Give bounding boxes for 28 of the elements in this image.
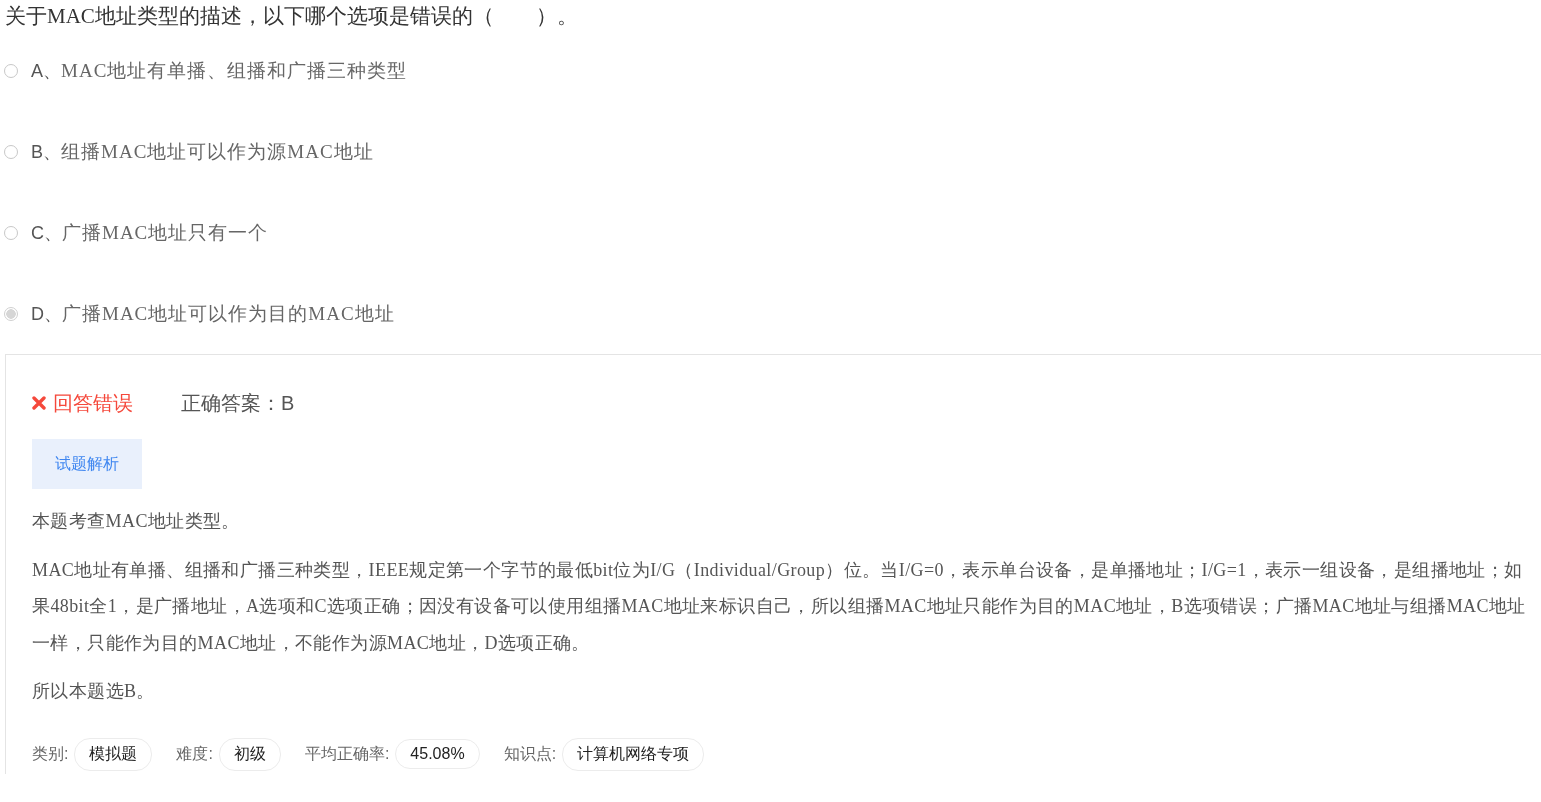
- radio-button[interactable]: [4, 144, 18, 159]
- answer-label: 正确答案：: [181, 390, 281, 416]
- option-letter: B、: [31, 140, 61, 164]
- meta-tag: 初级: [218, 737, 281, 771]
- option-letter: C、: [31, 221, 62, 245]
- radio-button[interactable]: [4, 225, 18, 240]
- radio-button[interactable]: [4, 63, 18, 78]
- meta-label: 类别:: [32, 743, 69, 764]
- cross-icon: [32, 396, 46, 410]
- meta-label: 难度:: [176, 743, 213, 764]
- answer-value: B: [281, 391, 295, 415]
- explanation-paragraph: 所以本题选B。: [32, 680, 156, 703]
- radio-button[interactable]: [4, 306, 18, 321]
- meta-tag: 计算机网络专项: [562, 737, 705, 771]
- option-letter: A、: [31, 59, 61, 83]
- option-letter: D、: [31, 302, 62, 326]
- option-text: MAC地址有单播、组播和广播三种类型: [61, 58, 408, 83]
- meta-label: 知识点:: [503, 743, 557, 764]
- meta-label: 平均正确率:: [304, 743, 390, 764]
- question-text: 关于MAC地址类型的描述，以下哪个选项是错误的（ ）。: [5, 3, 579, 30]
- result-status: 回答错误: [53, 390, 133, 416]
- analysis-tab[interactable]: 试题解析: [32, 439, 142, 489]
- meta-tag: 模拟题: [74, 737, 153, 771]
- option-text: 广播MAC地址可以作为目的MAC地址: [62, 301, 395, 326]
- explanation-paragraph: 本题考查MAC地址类型。: [32, 510, 241, 533]
- option-text: 广播MAC地址只有一个: [62, 220, 269, 245]
- option-text: 组播MAC地址可以作为源MAC地址: [61, 139, 374, 164]
- explanation-paragraph: MAC地址有单播、组播和广播三种类型，IEEE规定第一个字节的最低bit位为I/G（Individual/Group）位。当I/G=0，表示单台设备，是单播地址；I/G=1，表示一组设备，是组播地址；如果48bit全1，是广播地址，A选项和C选项正确；因没有设备可以使用组播MAC地址来标识自己，所以组播MAC地址只能作为目的MAC地址，B选项错误；广播MAC地址与组播MAC地址一样，只能作为目的MAC地址，不能作为源MAC地址，D选项正确。: [32, 558, 1527, 655]
